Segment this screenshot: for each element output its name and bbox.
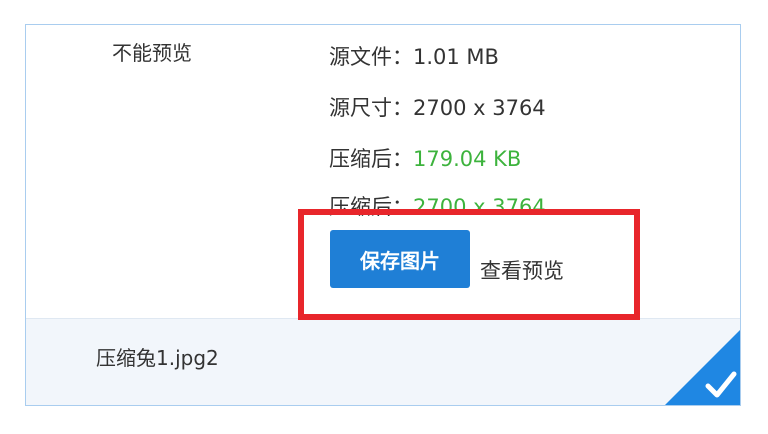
view-preview-link[interactable]: 查看预览 [480, 255, 564, 285]
save-image-button[interactable]: 保存图片 [330, 230, 470, 288]
file-name: 压缩兔1.jpg2 [96, 346, 219, 370]
action-area: 保存图片 查看预览 [26, 25, 740, 317]
file-footer: 压缩兔1.jpg2 [26, 318, 741, 406]
screenshot-stage: 不能预览 源文件：1.01 MB 源尺寸：2700 x 3764 压缩后：179… [0, 0, 768, 434]
file-card: 不能预览 源文件：1.01 MB 源尺寸：2700 x 3764 压缩后：179… [25, 24, 741, 406]
checkmark-icon[interactable] [662, 328, 741, 406]
